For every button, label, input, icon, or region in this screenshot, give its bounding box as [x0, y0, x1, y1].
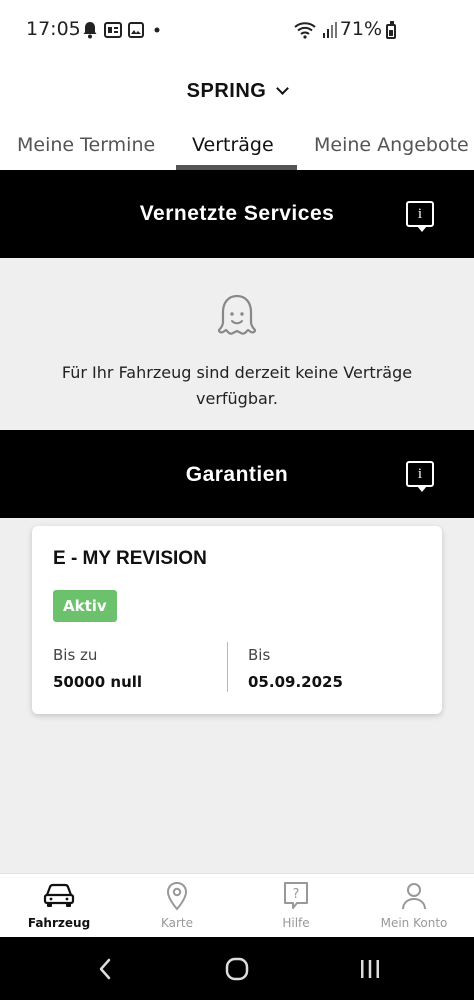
svg-text:?: ? [293, 887, 300, 902]
battery-percentage: 71% [339, 18, 382, 40]
warranties-header: Garantien i [0, 430, 474, 518]
mileage-limit: Bis zu 50000 null [53, 646, 142, 691]
image-icon [128, 22, 144, 42]
tab-meine-angebote[interactable]: Meine Angebote [314, 134, 469, 156]
status-right-icons [294, 21, 338, 43]
vehicle-selector[interactable]: SPRING [0, 76, 474, 106]
status-time: 17:05 [26, 18, 81, 40]
car-icon [0, 880, 118, 912]
warranty-card-title: E - MY REVISION [53, 548, 207, 569]
connected-services-title: Vernetzte Services [139, 202, 335, 225]
nav-label-karte: Karte [160, 916, 194, 930]
signal-icon [322, 21, 338, 43]
account-icon [355, 880, 473, 912]
empty-state-message: Für Ihr Fahrzeug sind derzeit keine Vert… [61, 363, 413, 408]
nav-item-fahrzeug[interactable]: Fahrzeug [0, 880, 118, 930]
battery-icon [386, 21, 396, 39]
end-date-label: Bis [248, 646, 271, 664]
bell-icon [82, 21, 98, 43]
info-icon[interactable]: i [406, 461, 434, 492]
tab-vertraege[interactable]: Verträge [192, 134, 274, 156]
warranties-title: Garantien [185, 463, 289, 486]
recents-icon[interactable] [345, 937, 395, 1000]
nav-label-mein-konto: Mein Konto [380, 916, 448, 930]
end-date-value: 05.09.2025 [248, 673, 343, 691]
wifi-icon [294, 21, 316, 43]
nav-item-mein-konto[interactable]: Mein Konto [355, 880, 473, 930]
status-bar: 17:05 71% [0, 0, 474, 62]
empty-state: Für Ihr Fahrzeug sind derzeit keine Vert… [0, 258, 474, 430]
map-pin-icon [118, 880, 236, 912]
dot-icon [150, 22, 164, 42]
mileage-limit-value: 50000 null [53, 673, 143, 691]
help-icon: ? [237, 880, 355, 912]
tab-meine-termine[interactable]: Meine Termine [17, 134, 155, 156]
mileage-limit-label: Bis zu [53, 646, 98, 664]
warranty-card[interactable]: E - MY REVISION Aktiv Bis zu 50000 null … [32, 526, 442, 714]
ghost-icon [217, 294, 257, 342]
system-navigation-bar [0, 937, 474, 1000]
bottom-navigation: Fahrzeug Karte ? Hilfe Mein Konto [0, 873, 474, 937]
status-badge: Aktiv [53, 590, 117, 622]
info-icon[interactable]: i [406, 201, 434, 232]
header-area: SPRING Meine Termine Verträge Meine Ange… [0, 62, 474, 170]
tab-bar: Meine Termine Verträge Meine Angebote [0, 132, 474, 170]
status-left-icons [82, 21, 164, 43]
nav-item-karte[interactable]: Karte [118, 880, 236, 930]
nav-label-hilfe: Hilfe [282, 916, 310, 930]
chevron-down-icon [276, 81, 290, 95]
nav-item-hilfe[interactable]: ? Hilfe [237, 880, 355, 930]
gb-icon [104, 22, 122, 42]
card-divider [227, 642, 228, 692]
nav-label-fahrzeug: Fahrzeug [27, 916, 91, 930]
end-date: Bis 05.09.2025 [248, 646, 343, 691]
vehicle-name: SPRING [186, 79, 267, 102]
connected-services-header: Vernetzte Services i [0, 170, 474, 258]
back-icon[interactable] [80, 937, 130, 1000]
home-icon[interactable] [212, 937, 262, 1000]
